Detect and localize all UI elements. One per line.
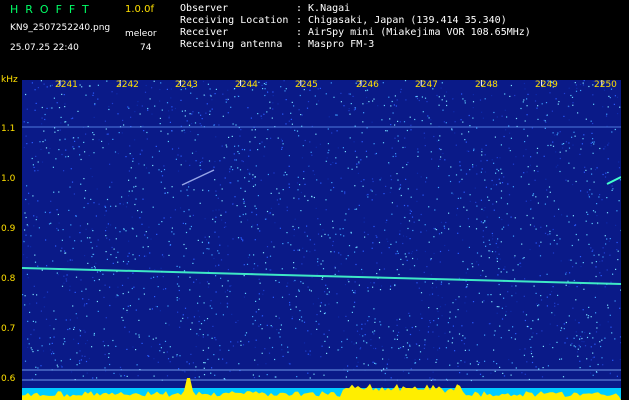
x-tick-label: 2243 [175,80,198,90]
y-tick-label: 0.9 [1,224,16,234]
observer-value: : K.Nagai [296,3,351,14]
app-logo: HROFFT [10,3,96,16]
date-time: 25.07.25 22:40 [10,43,79,53]
y-tick-label: 0.6 [1,374,16,384]
x-tick-label: 2246 [356,80,379,90]
x-tick-label: 2242 [116,80,139,90]
location-label: Receiving Location [180,15,289,26]
x-tick-label: 2248 [475,80,498,90]
x-tick-label: 2244 [235,80,258,90]
plot-axes: kHz 1.1 1.0 0.9 0.8 0.7 0.6 [0,74,629,400]
antenna-label: Receiving antenna [180,39,283,50]
app-version: 1.0.0f [125,4,154,15]
file-name: KN9_2507252240.png [10,23,111,33]
x-tick-label: 2249 [535,80,558,90]
antenna-value: : Maspro FM-3 [296,39,375,50]
x-tick-label: 2241 [55,80,78,90]
event-count: 74 [140,43,152,53]
y-tick-label: 1.1 [1,124,16,134]
header-panel: HROFFT 1.0.0f KN9_2507252240.png meleor … [0,0,629,74]
x-tick-label: 2247 [415,80,438,90]
receiver-value: : AirSpy mini (Miakejima VOR 108.65MHz) [296,27,531,38]
type-label: meleor [125,29,157,39]
y-unit-label: kHz [1,75,18,85]
x-tick-label: 2245 [295,80,318,90]
y-tick-label: 1.0 [1,174,16,184]
location-value: : Chigasaki, Japan (139.414 35.340) [296,15,507,26]
x-tick-label: 2250 [594,80,617,90]
observer-label: Observer [180,3,229,14]
y-tick-label: 0.8 [1,274,16,284]
y-tick-label: 0.7 [1,324,16,334]
receiver-label: Receiver [180,27,229,38]
